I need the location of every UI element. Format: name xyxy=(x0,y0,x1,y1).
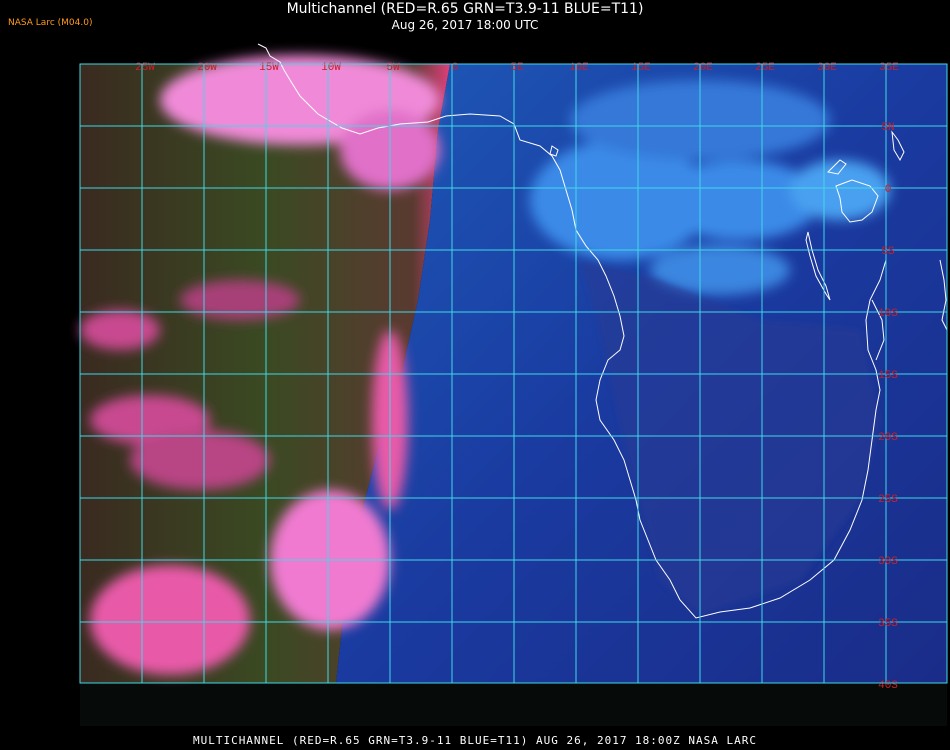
latitude-label: 40S xyxy=(878,680,898,692)
footer-caption: MULTICHANNEL (RED=R.65 GRN=T3.9-11 BLUE=… xyxy=(192,734,758,747)
latitude-label: 5N xyxy=(881,122,894,134)
latitude-label: 10S xyxy=(878,308,898,320)
latitude-label: 20S xyxy=(878,432,898,444)
satellite-map: 25W 20W 15W 10W 5W 0 5E 10E 15E 20E 25E 30E 35E 5N05… xyxy=(79,43,948,726)
latitude-label: 15S xyxy=(878,370,898,382)
latitude-label: 25S xyxy=(878,494,898,506)
latitude-label: 5S xyxy=(881,246,895,258)
latitude-label: 35S xyxy=(878,618,898,630)
latitude-label: 30S xyxy=(878,556,898,568)
latitude-label: 0 xyxy=(885,184,892,196)
